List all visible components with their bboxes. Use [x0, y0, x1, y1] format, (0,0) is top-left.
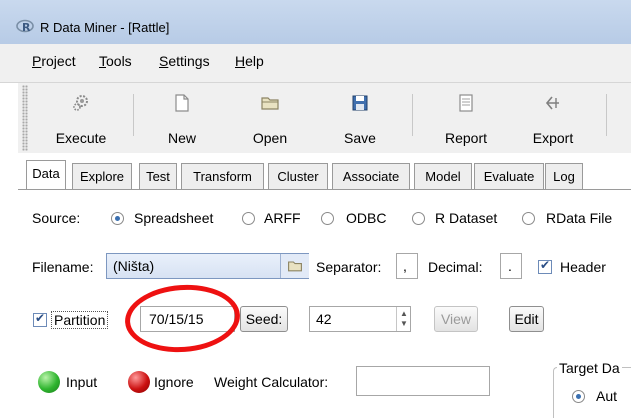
source-arff-radio[interactable]	[242, 212, 255, 225]
target-auto-label: Aut	[596, 388, 618, 404]
report-label: Report	[444, 130, 488, 146]
gears-icon	[73, 95, 88, 111]
tab-associate[interactable]: Associate	[332, 163, 410, 190]
save-label: Save	[344, 130, 376, 146]
input-label: Input	[66, 374, 98, 390]
source-rdataset-radio[interactable]	[412, 212, 425, 225]
seed-value: 42	[316, 311, 332, 327]
header-checkbox[interactable]	[538, 258, 552, 274]
menu-settings[interactable]: Settings	[159, 53, 210, 69]
tab-cluster[interactable]: Cluster	[268, 163, 328, 190]
source-label: Source:	[32, 210, 81, 226]
source-spreadsheet-label: Spreadsheet	[134, 210, 214, 226]
folder-icon	[261, 97, 279, 110]
spinner-up-icon[interactable]: ▲	[400, 309, 408, 318]
toolbar-separator	[133, 94, 134, 136]
execute-label: Execute	[55, 130, 107, 146]
filename-browse-button[interactable]	[280, 254, 309, 278]
filename-chooser[interactable]: (Ništa)	[106, 253, 309, 279]
weight-calculator-label: Weight Calculator:	[214, 374, 329, 390]
separator-input[interactable]: ,	[396, 253, 418, 279]
decimal-label: Decimal:	[428, 259, 483, 275]
tab-transform[interactable]: Transform	[181, 163, 264, 190]
report-button[interactable]: Report	[433, 85, 499, 151]
export-button[interactable]: Export	[520, 85, 586, 151]
filename-value: (Ništa)	[113, 258, 155, 274]
toolbar-separator	[412, 94, 413, 136]
seed-spinner[interactable]: ▲ ▼	[396, 307, 411, 331]
open-button[interactable]: Open	[240, 85, 300, 151]
export-label: Export	[532, 130, 574, 146]
separator-label: Separator:	[316, 259, 382, 275]
input-radio[interactable]	[38, 371, 60, 393]
new-label: New	[167, 130, 196, 146]
menu-help[interactable]: Help	[235, 53, 264, 69]
tab-test[interactable]: Test	[139, 163, 177, 190]
menu-project[interactable]: Project	[32, 53, 76, 69]
tab-explore[interactable]: Explore	[72, 163, 132, 190]
open-label: Open	[252, 130, 288, 146]
source-odbc-label: ODBC	[346, 210, 387, 226]
tab-log[interactable]: Log	[545, 163, 583, 190]
r-logo-icon: R	[16, 19, 34, 33]
source-arff-label: ARFF	[264, 210, 301, 226]
spinner-down-icon[interactable]: ▼	[400, 319, 408, 328]
save-button[interactable]: Save	[330, 85, 390, 151]
window-title: R Data Miner - [Rattle]	[40, 20, 170, 35]
toolbar-grip[interactable]	[22, 85, 28, 151]
floppy-disk-icon	[352, 95, 368, 111]
menu-bar	[0, 44, 631, 83]
source-rdatafile-radio[interactable]	[522, 212, 535, 225]
seed-button[interactable]: Seed:	[240, 306, 288, 332]
source-odbc-radio[interactable]	[321, 212, 334, 225]
ignore-label: Ignore	[154, 374, 194, 390]
filename-label: Filename:	[32, 259, 94, 275]
tab-data[interactable]: Data	[26, 160, 66, 191]
export-icon	[545, 96, 559, 110]
weight-calculator-input[interactable]	[356, 366, 490, 396]
source-rdatafile-label: RData File	[546, 210, 613, 226]
partition-checkbox[interactable]	[33, 311, 47, 327]
new-file-icon	[175, 94, 189, 112]
tab-model[interactable]: Model	[414, 163, 472, 190]
decimal-input[interactable]: .	[500, 253, 522, 279]
source-rdataset-label: R Dataset	[435, 210, 498, 226]
target-data-group-label: Target Da	[557, 360, 622, 376]
toolbar-separator	[606, 94, 607, 136]
execute-button[interactable]: Execute	[44, 85, 118, 151]
ignore-radio[interactable]	[128, 371, 150, 393]
view-button[interactable]: View	[434, 306, 478, 332]
edit-button[interactable]: Edit	[509, 306, 544, 332]
header-label: Header	[560, 259, 606, 275]
new-button[interactable]: New	[152, 85, 212, 151]
source-spreadsheet-radio[interactable]	[111, 212, 124, 225]
target-auto-radio[interactable]	[572, 390, 585, 403]
folder-icon	[288, 261, 302, 272]
report-icon	[459, 94, 473, 112]
svg-text:R: R	[22, 21, 31, 33]
menu-tools[interactable]: Tools	[99, 53, 132, 69]
tab-evaluate[interactable]: Evaluate	[474, 163, 544, 190]
partition-label: Partition	[51, 311, 109, 329]
